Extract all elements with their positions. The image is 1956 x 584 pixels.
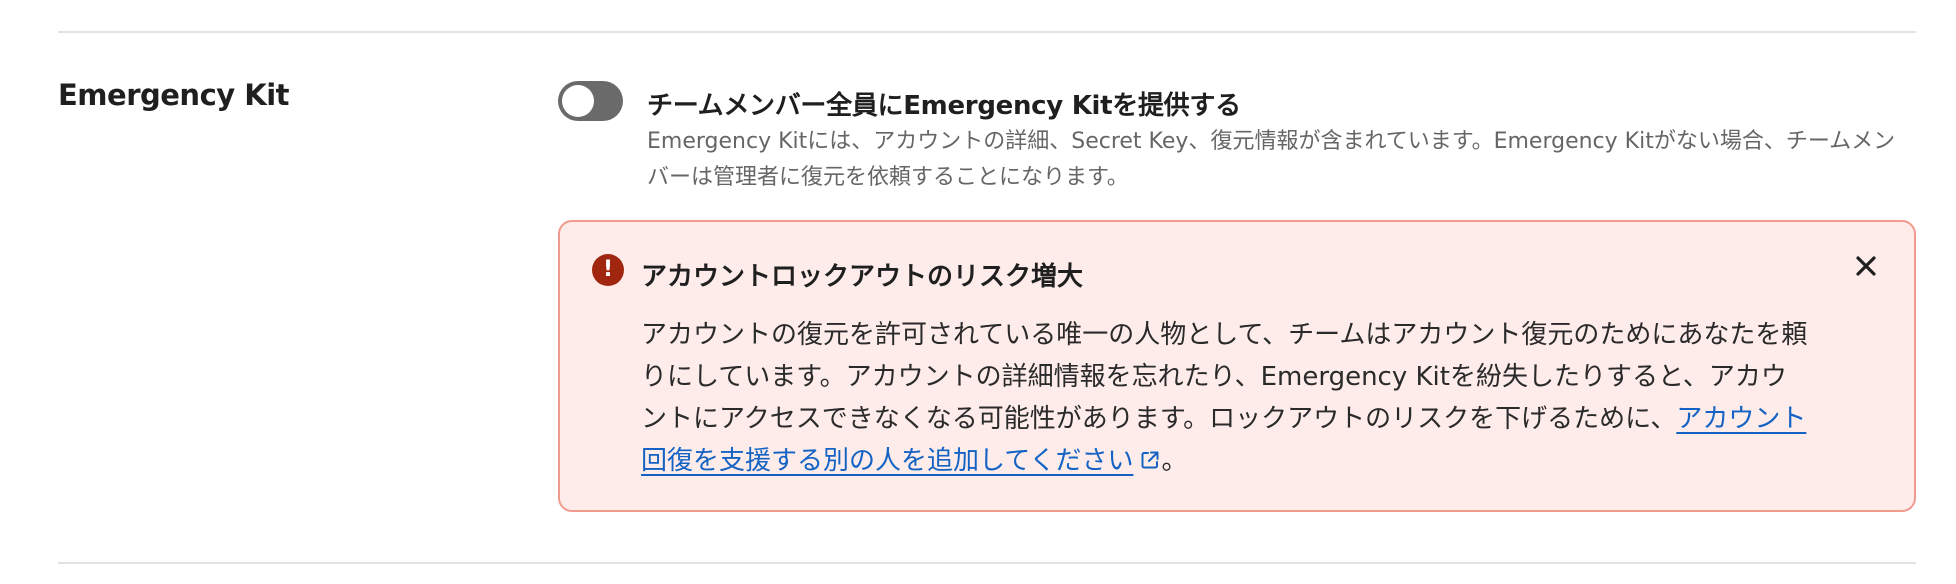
emergency-kit-toggle[interactable]	[558, 81, 623, 121]
top-divider	[58, 31, 1916, 33]
close-icon[interactable]	[1850, 250, 1882, 282]
alert-title: アカウントロックアウトのリスク増大	[641, 262, 1084, 292]
bottom-divider	[58, 562, 1916, 564]
alert-body-end: 。	[1161, 446, 1188, 476]
alert-body-text: アカウントの復元を許可されている唯一の人物として、チームはアカウント復元のために…	[641, 320, 1808, 434]
setting-label: チームメンバー全員にEmergency Kitを提供する	[647, 91, 1241, 121]
lockout-risk-alert: ! アカウントロックアウトのリスク増大 アカウントの復元を許可されている唯一の人…	[558, 220, 1916, 512]
toggle-knob	[562, 85, 594, 117]
setting-description: Emergency Kitには、アカウントの詳細、Secret Key、復元情報…	[647, 129, 1896, 190]
exclamation-circle-icon: !	[592, 254, 624, 286]
alert-body: アカウントの復元を許可されている唯一の人物として、チームはアカウント復元のために…	[641, 314, 1811, 482]
external-link-icon[interactable]	[1139, 442, 1161, 469]
section-title: Emergency Kit	[58, 78, 290, 112]
